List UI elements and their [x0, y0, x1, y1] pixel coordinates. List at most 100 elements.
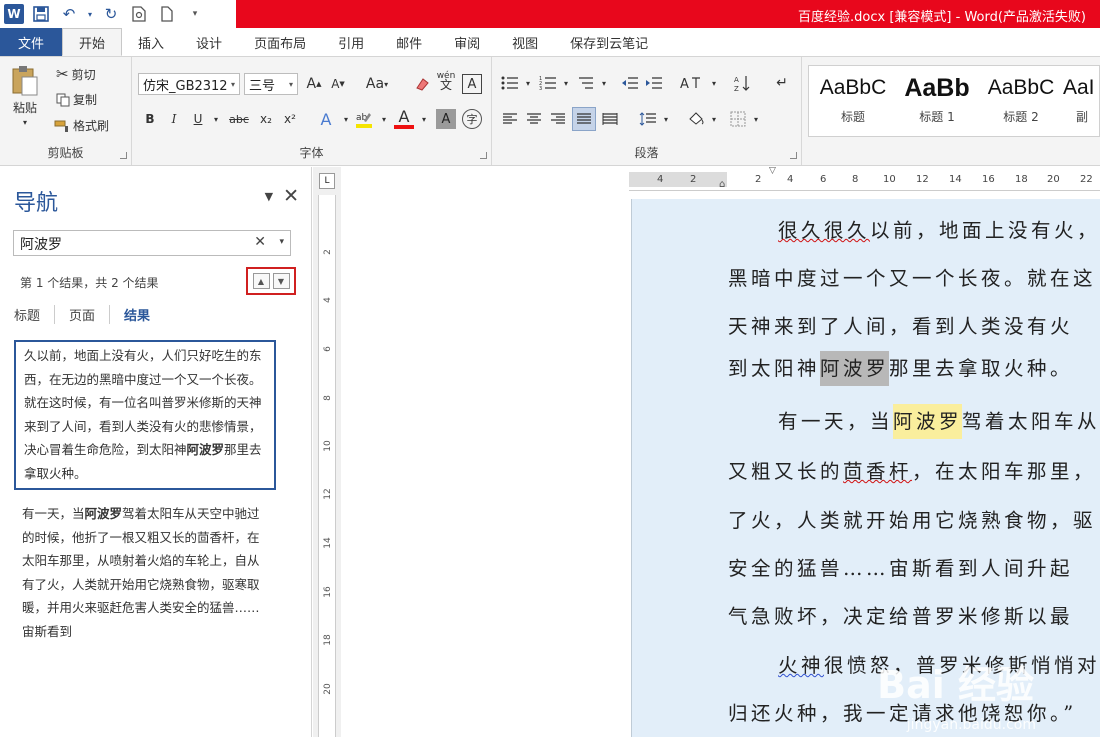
- font-color-button[interactable]: A: [394, 107, 414, 129]
- font-size-value: 三号: [249, 78, 276, 94]
- ruler-tick: 12: [323, 488, 333, 500]
- tab-insert[interactable]: 插入: [122, 28, 180, 56]
- left-indent-marker[interactable]: ⌂: [719, 179, 725, 190]
- tab-view[interactable]: 视图: [496, 28, 554, 56]
- italic-button[interactable]: I: [164, 109, 184, 129]
- customize-icon[interactable]: ▾: [184, 3, 206, 25]
- redo-icon[interactable]: ↻: [100, 3, 122, 25]
- numbering-dropdown-icon[interactable]: ▾: [556, 73, 576, 93]
- tab-design[interactable]: 设计: [180, 28, 238, 56]
- text-effects-dropdown-icon[interactable]: ▾: [336, 109, 356, 129]
- search-options-icon[interactable]: ▾: [279, 237, 284, 247]
- pane-options-icon[interactable]: ▼: [265, 190, 273, 203]
- paste-button[interactable]: 粘贴 ▾: [10, 65, 40, 127]
- style-heading-2[interactable]: AaBbC 标题 2: [979, 72, 1063, 132]
- style-heading-1[interactable]: AaBb 标题 1: [895, 72, 979, 132]
- enclose-characters-button[interactable]: 字: [462, 109, 482, 129]
- subscript-button[interactable]: x₂: [256, 109, 276, 129]
- superscript-button[interactable]: x²: [280, 109, 300, 129]
- line-spacing-dropdown-icon[interactable]: ▾: [656, 109, 676, 129]
- subtab-pages[interactable]: 页面: [69, 305, 111, 324]
- format-painter-button[interactable]: 格式刷: [54, 117, 109, 134]
- asian-layout-dropdown-icon[interactable]: ▾: [704, 73, 724, 93]
- multilevel-list-icon[interactable]: [576, 73, 596, 93]
- numbering-icon[interactable]: 123: [538, 73, 558, 93]
- undo-icon[interactable]: ↶: [58, 3, 80, 25]
- clipboard-launcher-icon[interactable]: [120, 152, 127, 159]
- search-input[interactable]: 阿波罗 ✕ ▾: [13, 230, 291, 256]
- doc-text: ，在太阳车那里，: [912, 460, 1097, 483]
- font-launcher-icon[interactable]: [480, 152, 487, 159]
- sort-icon[interactable]: AZ: [732, 73, 752, 93]
- text-effects-button[interactable]: A: [316, 109, 336, 129]
- undo-dropdown-icon[interactable]: ▾: [86, 3, 94, 25]
- change-case-button[interactable]: Aa ▾: [360, 74, 394, 94]
- character-shading-button[interactable]: A: [436, 109, 456, 129]
- tab-save-cloud-notes[interactable]: 保存到云笔记: [554, 28, 664, 56]
- save-icon[interactable]: [30, 3, 52, 25]
- style-title[interactable]: AaBbC 标题: [811, 72, 895, 132]
- tab-selector[interactable]: L: [319, 173, 335, 189]
- phonetic-guide-button[interactable]: wén 文: [436, 71, 456, 92]
- font-size-select[interactable]: 三号 ▾: [244, 73, 298, 95]
- document-page[interactable]: 很久很久以前，地面上没有火， 黑暗中度过一个又一个长夜。就在这 天神来到了人间，…: [631, 199, 1100, 737]
- tab-file[interactable]: 文件: [0, 28, 63, 56]
- strikethrough-button[interactable]: abc: [226, 109, 252, 129]
- bullets-icon[interactable]: [500, 73, 520, 93]
- tab-layout[interactable]: 页面布局: [238, 28, 322, 56]
- clear-search-icon[interactable]: ✕: [254, 234, 266, 250]
- cut-label: 剪切: [71, 67, 96, 82]
- highlight-dropdown-icon[interactable]: ▾: [374, 109, 394, 129]
- search-result-2[interactable]: 有一天，当阿波罗驾着太阳车从天空中驰过的时候，他折了一根又粗又长的茴香杆，在太阳…: [14, 500, 276, 645]
- cut-button[interactable]: ✂ 剪切: [56, 65, 96, 83]
- next-result-icon[interactable]: ▼: [272, 273, 290, 289]
- align-center-icon[interactable]: [524, 109, 544, 129]
- font-name-value: 仿宋_GB2312: [143, 78, 228, 94]
- font-color-dropdown-icon[interactable]: ▾: [414, 109, 434, 129]
- style-title-name: 标题: [840, 110, 865, 124]
- decrease-indent-icon[interactable]: [620, 73, 640, 93]
- shading-dropdown-icon[interactable]: ▾: [704, 109, 724, 129]
- asian-layout-icon[interactable]: A: [678, 73, 704, 93]
- highlight-icon[interactable]: ab: [354, 109, 374, 129]
- bullets-dropdown-icon[interactable]: ▾: [518, 73, 538, 93]
- ruler-tick: 2: [755, 174, 762, 185]
- close-icon[interactable]: ✕: [283, 185, 299, 207]
- grow-font-button[interactable]: A ▲: [304, 74, 324, 94]
- underline-button[interactable]: U: [188, 109, 208, 129]
- align-right-icon[interactable]: [548, 109, 568, 129]
- paragraph-launcher-icon[interactable]: [790, 152, 797, 159]
- align-left-icon[interactable]: [500, 109, 520, 129]
- search-result-1[interactable]: 久以前，地面上没有火，人们只好吃生的东西，在无边的黑暗中度过一个又一个长夜。就在…: [14, 340, 276, 490]
- subtab-results[interactable]: 结果: [124, 305, 164, 324]
- underline-dropdown-icon[interactable]: ▾: [206, 109, 226, 129]
- result-navigation-buttons: ▲ ▼: [246, 267, 296, 295]
- font-name-select[interactable]: 仿宋_GB2312 ▾: [138, 73, 240, 95]
- style-subtitle[interactable]: AaI 副: [1063, 72, 1100, 132]
- word-logo-icon: W: [4, 4, 24, 24]
- borders-dropdown-icon[interactable]: ▾: [746, 109, 766, 129]
- increase-indent-icon[interactable]: [644, 73, 664, 93]
- clear-formatting-icon[interactable]: [412, 74, 432, 94]
- bold-button[interactable]: B: [140, 109, 160, 129]
- copy-button[interactable]: 复制: [56, 91, 97, 108]
- justify-icon[interactable]: [572, 107, 596, 131]
- multilevel-dropdown-icon[interactable]: ▾: [594, 73, 614, 93]
- borders-icon[interactable]: [728, 109, 748, 129]
- print-preview-icon[interactable]: [128, 3, 150, 25]
- tab-references[interactable]: 引用: [322, 28, 380, 56]
- subtab-headings[interactable]: 标题: [14, 305, 56, 324]
- tab-mailings[interactable]: 邮件: [380, 28, 438, 56]
- previous-result-icon[interactable]: ▲: [252, 273, 270, 289]
- distributed-icon[interactable]: [600, 109, 620, 129]
- tab-home[interactable]: 开始: [62, 28, 123, 56]
- shading-bucket-icon[interactable]: [686, 109, 706, 129]
- new-doc-icon[interactable]: [156, 3, 178, 25]
- first-line-indent-marker[interactable]: ▽: [769, 166, 776, 176]
- shrink-font-button[interactable]: A ▼: [328, 74, 348, 94]
- result-text-after: 驾着太阳车从天空中驰过的时候，他折了一根又粗又长的茴香杆，在太阳车那里，从喷射着…: [22, 506, 260, 639]
- show-formatting-marks-icon[interactable]: ↵: [772, 73, 792, 93]
- tab-review[interactable]: 审阅: [438, 28, 496, 56]
- character-border-button[interactable]: A: [462, 74, 482, 94]
- line-spacing-icon[interactable]: [638, 109, 658, 129]
